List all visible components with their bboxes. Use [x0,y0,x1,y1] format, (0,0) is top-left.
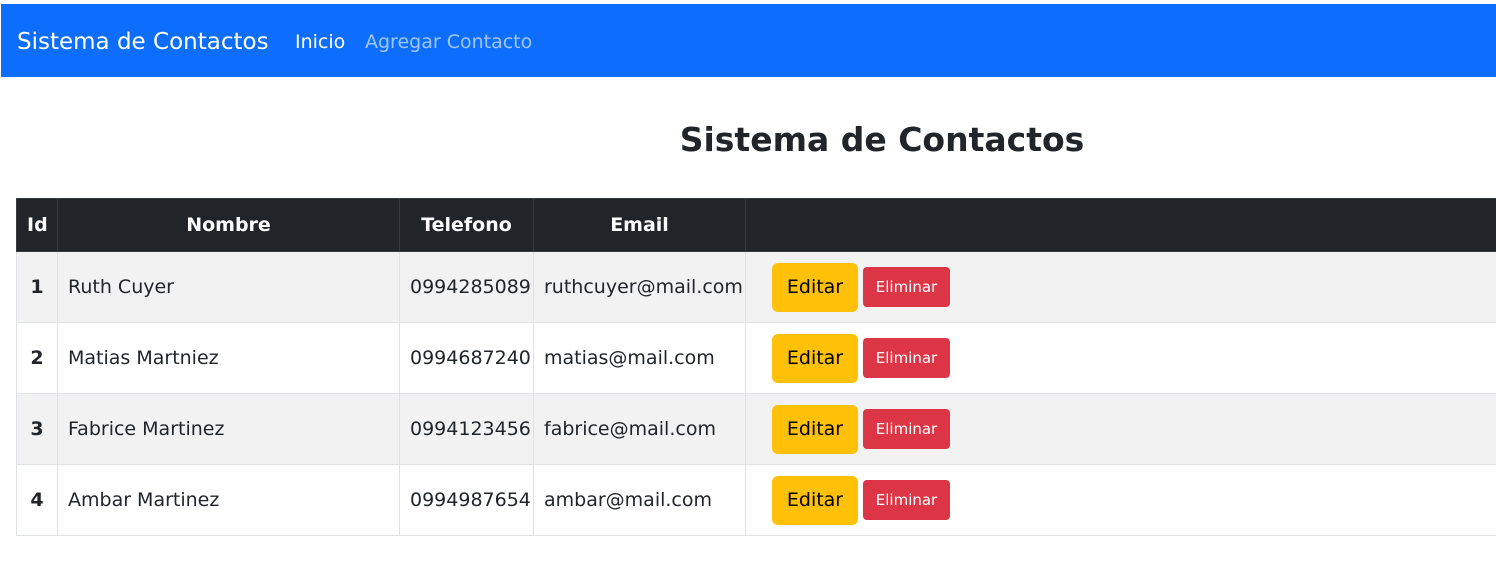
cell-nombre: Fabrice Martinez [57,393,400,465]
delete-button[interactable]: Eliminar [863,267,950,307]
page-title: Sistema de Contactos [679,120,1085,159]
table-body: 1 Ruth Cuyer 0994285089 ruthcuyer@mail.c… [16,251,1496,536]
delete-button[interactable]: Eliminar [863,409,950,449]
cell-nombre: Matias Martniez [57,322,400,394]
cell-nombre: Ambar Martinez [57,464,400,536]
table-row: 1 Ruth Cuyer 0994285089 ruthcuyer@mail.c… [16,251,1496,323]
cell-nombre: Ruth Cuyer [57,251,400,323]
cell-actions: Editar Eliminar [745,393,1496,465]
column-header-telefono: Telefono [399,198,534,252]
cell-actions: Editar Eliminar [745,464,1496,536]
navbar: Sistema de Contactos Inicio Agregar Cont… [1,4,1496,77]
navbar-brand[interactable]: Sistema de Contactos [17,4,269,77]
cell-id: 1 [16,251,58,323]
cell-actions: Editar Eliminar [745,322,1496,394]
edit-button[interactable]: Editar [772,404,858,454]
edit-button[interactable]: Editar [772,262,858,312]
contacts-table: Id Nombre Telefono Email 1 Ruth Cuyer 09… [16,198,1496,536]
column-header-nombre: Nombre [57,198,400,252]
nav-link-agregar-contacto[interactable]: Agregar Contacto [365,4,532,77]
column-header-email: Email [533,198,746,252]
column-header-id: Id [16,198,58,252]
table-header-row: Id Nombre Telefono Email [16,198,1496,252]
cell-id: 2 [16,322,58,394]
edit-button[interactable]: Editar [772,333,858,383]
table-header: Id Nombre Telefono Email [16,198,1496,252]
cell-email: fabrice@mail.com [533,393,746,465]
cell-id: 3 [16,393,58,465]
table-row: 4 Ambar Martinez 0994987654 ambar@mail.c… [16,464,1496,536]
table-row: 3 Fabrice Martinez 0994123456 fabrice@ma… [16,393,1496,465]
cell-telefono: 0994123456 [399,393,534,465]
column-header-actions [745,198,1496,252]
cell-id: 4 [16,464,58,536]
cell-telefono: 0994687240 [399,322,534,394]
table-row: 2 Matias Martniez 0994687240 matias@mail… [16,322,1496,394]
edit-button[interactable]: Editar [772,475,858,525]
cell-actions: Editar Eliminar [745,251,1496,323]
cell-email: ambar@mail.com [533,464,746,536]
delete-button[interactable]: Eliminar [863,338,950,378]
nav-link-inicio[interactable]: Inicio [295,4,345,77]
cell-telefono: 0994285089 [399,251,534,323]
cell-email: matias@mail.com [533,322,746,394]
cell-email: ruthcuyer@mail.com [533,251,746,323]
cell-telefono: 0994987654 [399,464,534,536]
delete-button[interactable]: Eliminar [863,480,950,520]
